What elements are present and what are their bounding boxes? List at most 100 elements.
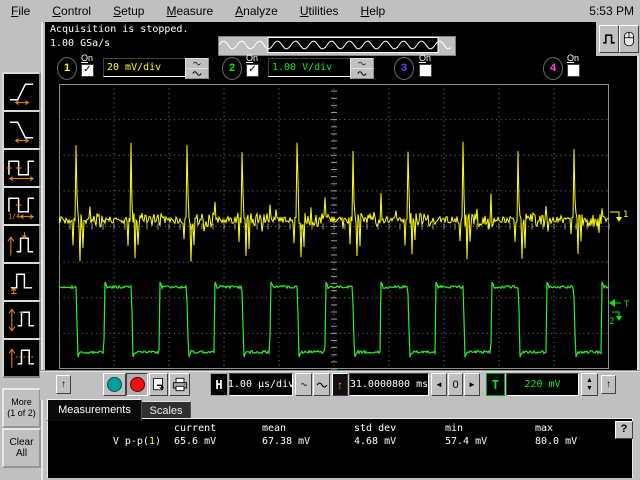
timebase-coarse-button[interactable] xyxy=(313,373,330,396)
delay-left-button[interactable]: ◄ xyxy=(431,373,447,396)
waveform-plot[interactable]: 1 T2 xyxy=(59,84,635,370)
v-p-p-button[interactable] xyxy=(2,300,41,340)
svg-text:T: T xyxy=(624,300,630,310)
measurement-name-prefix: V p-p( xyxy=(112,436,149,447)
channel-4-on-label: On xyxy=(567,53,580,63)
printer-icon xyxy=(172,377,187,392)
stop-button[interactable] xyxy=(126,373,148,396)
channel-2-scale-down-button[interactable] xyxy=(350,68,374,79)
top-right-buttons xyxy=(596,22,640,56)
period-button[interactable] xyxy=(2,148,41,188)
v-top-button[interactable] xyxy=(2,224,41,264)
value-std-dev: 4.68 mV xyxy=(354,436,397,447)
column-max: max xyxy=(535,423,554,434)
tab-measurements[interactable]: Measurements xyxy=(47,399,142,421)
scroll-up-right-button[interactable]: ↑ xyxy=(601,375,616,394)
copy-screen-icon xyxy=(153,378,165,391)
run-icon xyxy=(107,377,122,392)
rise-time-button[interactable] xyxy=(2,72,41,112)
print-button[interactable] xyxy=(169,373,190,396)
acquisition-status: Acquisition is stopped. xyxy=(50,24,189,35)
v-avg-icon xyxy=(8,348,36,368)
channel-3-on-checkbox[interactable] xyxy=(419,64,432,77)
value-current: 65.6 mV xyxy=(174,436,217,447)
clear-all-button[interactable]: Clear All xyxy=(2,428,41,468)
svg-text:1/4: 1/4 xyxy=(8,213,20,220)
channel-1-scale-display[interactable]: 20 mV/div xyxy=(103,58,189,77)
value-min: 57.4 mV xyxy=(445,436,488,447)
run-button[interactable] xyxy=(103,373,126,396)
v-p-p-icon xyxy=(8,308,35,332)
menu-bar: File Control Setup Measure Analyze Utili… xyxy=(0,0,640,23)
v-base-button[interactable] xyxy=(2,262,41,302)
sine-large-icon xyxy=(192,71,202,76)
delay-display[interactable]: 31.0000800 ms xyxy=(349,373,429,396)
copy-screen-button[interactable] xyxy=(149,373,168,396)
measurement-name-suffix: ) xyxy=(154,436,161,447)
column-mean: mean xyxy=(262,423,287,434)
pulse-mode-button[interactable] xyxy=(599,25,619,53)
mouse-icon xyxy=(623,31,635,47)
mouse-pointer-button[interactable] xyxy=(619,25,639,53)
scope-panel: Acquisition is stopped. 1.00 GSa/s 1 On … xyxy=(45,22,639,370)
channel-2-on-label: On xyxy=(246,53,259,63)
overview-waveform xyxy=(218,37,452,53)
sine-small-icon xyxy=(358,61,366,66)
rise-time-icon xyxy=(9,83,34,105)
channel-4-on-checkbox[interactable] xyxy=(567,64,580,77)
column-current: current xyxy=(174,423,217,434)
sample-rate: 1.00 GSa/s xyxy=(50,38,111,49)
pulse-icon xyxy=(603,34,615,44)
clock: 5:53 PM xyxy=(589,4,634,18)
spinner-down-icon: ▼ xyxy=(586,384,593,392)
channel-1-badge[interactable]: 1 xyxy=(57,57,77,80)
column-min: min xyxy=(445,423,464,434)
channel-2-on-checkbox[interactable]: ✓ xyxy=(246,64,259,77)
measurements-panel: current mean std dev min max V p-p(1) 65… xyxy=(47,418,633,478)
period-icon xyxy=(7,160,35,181)
menu-control[interactable]: Control xyxy=(41,4,102,18)
sine-small-icon xyxy=(193,61,201,66)
channel-1-on-label: On xyxy=(81,53,94,63)
channel-1-on-checkbox[interactable]: ✓ xyxy=(81,64,94,77)
more-page-label: (1 of 2) xyxy=(7,408,36,418)
delay-right-button[interactable]: ► xyxy=(464,373,480,396)
menu-analyze[interactable]: Analyze xyxy=(224,4,289,18)
more-measurements-button[interactable]: More (1 of 2) xyxy=(2,388,41,428)
v-base-icon xyxy=(10,273,33,295)
menu-file[interactable]: File xyxy=(0,4,41,18)
measurement-name: V p-p(1) xyxy=(68,436,161,447)
clear-label: Clear xyxy=(9,437,34,448)
menu-setup[interactable]: Setup xyxy=(102,4,155,18)
channel-3-badge[interactable]: 3 xyxy=(394,57,414,80)
more-label: More xyxy=(11,397,32,407)
channel-2-badge[interactable]: 2 xyxy=(222,57,242,80)
menu-utilities[interactable]: Utilities xyxy=(289,4,350,18)
v-avg-button[interactable] xyxy=(2,338,41,378)
help-button[interactable]: ? xyxy=(615,421,633,439)
menu-measure[interactable]: Measure xyxy=(155,4,224,18)
duty-cycle-button[interactable]: 1/4 xyxy=(2,186,41,226)
menu-help[interactable]: Help xyxy=(350,4,397,18)
channel-1-scale-down-button[interactable] xyxy=(185,68,209,79)
channel-3-on-label: On xyxy=(419,53,432,63)
scroll-up-left-button[interactable]: ↑ xyxy=(56,375,71,394)
fall-time-button[interactable] xyxy=(2,110,41,150)
fall-time-icon xyxy=(9,121,34,143)
trigger-level-spinner[interactable]: ▲ ▼ xyxy=(581,373,598,396)
trigger-position-button[interactable]: ↑ xyxy=(332,373,348,396)
sine-large-icon xyxy=(316,381,327,388)
spinner-up-icon: ▲ xyxy=(586,376,593,384)
trigger-level-display[interactable]: 220 mV xyxy=(506,373,579,396)
stop-icon xyxy=(129,377,145,392)
clear-all-label: All xyxy=(15,448,28,459)
timebase-display[interactable]: 1.00 µs/div xyxy=(228,373,294,396)
sine-small-icon xyxy=(300,383,307,386)
channel-2-scale-display[interactable]: 1.00 V/div xyxy=(268,58,354,77)
svg-text:2: 2 xyxy=(609,317,614,327)
timebase-fine-button[interactable] xyxy=(295,373,312,396)
channel-4-badge[interactable]: 4 xyxy=(543,57,563,80)
delay-zero-button[interactable]: 0 xyxy=(448,373,463,396)
sine-large-icon xyxy=(357,71,367,76)
v-top-icon xyxy=(7,232,34,256)
